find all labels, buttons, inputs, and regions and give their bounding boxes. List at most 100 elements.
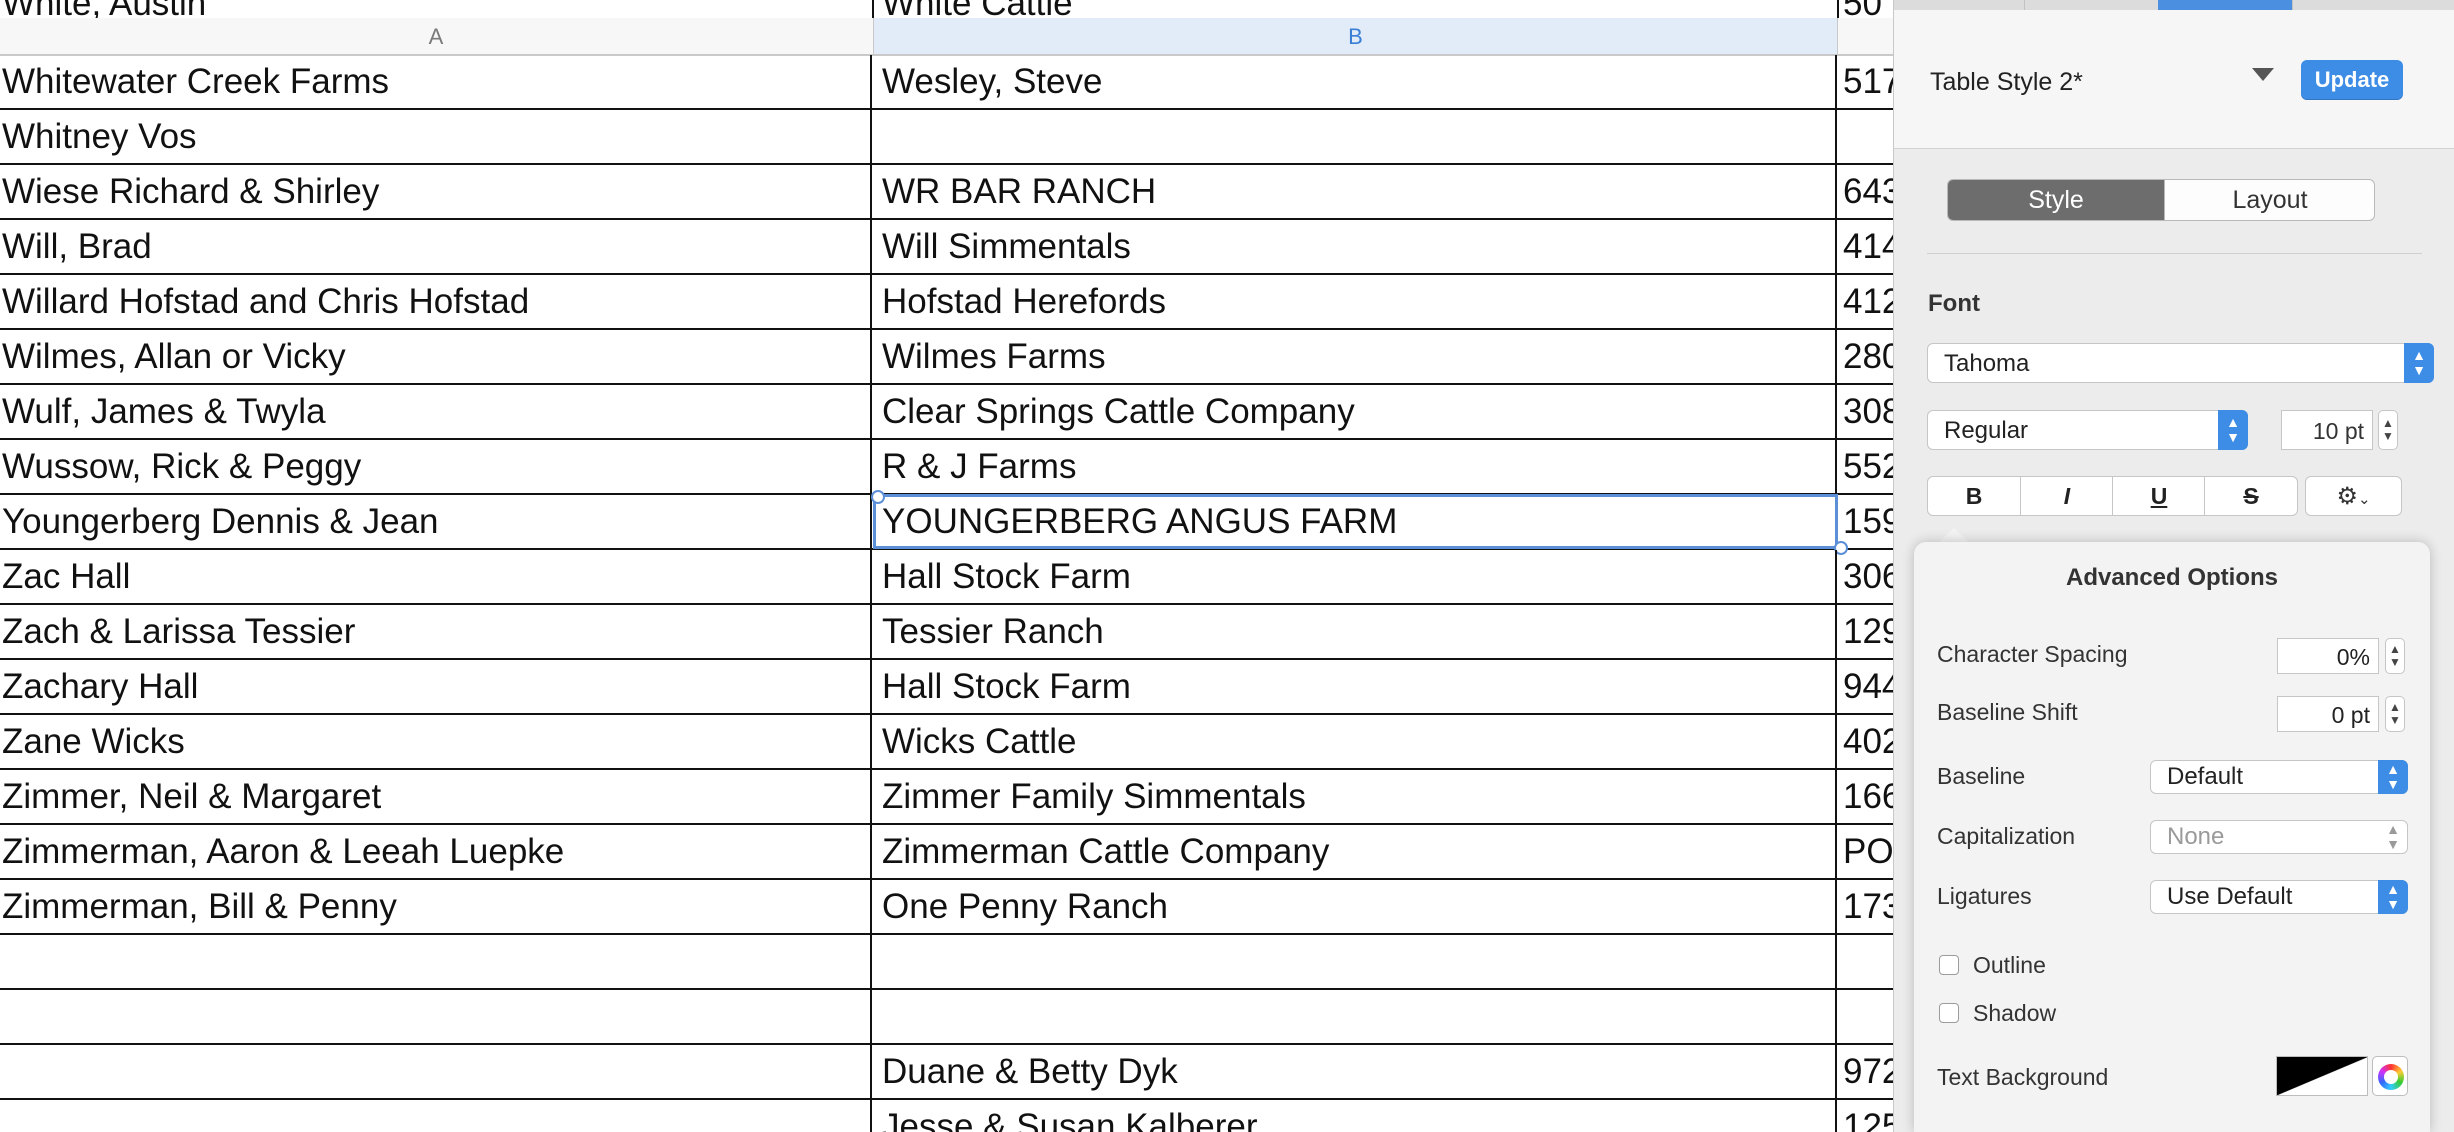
cell-a[interactable]: Willard Hofstad and Chris Hofstad — [0, 275, 872, 328]
cell-c[interactable] — [1839, 990, 1893, 1043]
cell-c[interactable]: 643 — [1839, 165, 1893, 218]
inspector-tab-arrange[interactable] — [2292, 0, 2454, 10]
text-background-color-well[interactable] — [2276, 1056, 2368, 1096]
cell-b[interactable]: Jesse & Susan Kalberer — [874, 1100, 1837, 1132]
cell-c[interactable]: 517 — [1839, 55, 1893, 108]
bold-button[interactable]: B — [1928, 477, 2020, 515]
cell-b[interactable] — [874, 935, 1837, 988]
cell-a[interactable]: Wulf, James & Twyla — [0, 385, 872, 438]
cell-b[interactable]: White Cattle — [874, 0, 1845, 18]
inspector-tab-text[interactable] — [2158, 0, 2293, 10]
character-spacing-field[interactable]: 0% — [2277, 638, 2379, 674]
cell-b[interactable]: Hofstad Herefords — [874, 275, 1837, 328]
tab-style[interactable]: Style — [1948, 180, 2164, 220]
cell-b[interactable]: Wilmes Farms — [874, 330, 1837, 383]
tab-layout[interactable]: Layout — [2164, 180, 2374, 220]
cell-a[interactable]: Zac Hall — [0, 550, 872, 603]
inspector-tab-cell[interactable] — [2024, 0, 2159, 10]
cell-a[interactable]: Wiese Richard & Shirley — [0, 165, 872, 218]
cell-b[interactable]: Tessier Ranch — [874, 605, 1837, 658]
cell-b[interactable]: WR BAR RANCH — [874, 165, 1837, 218]
cell-c[interactable] — [1839, 110, 1893, 163]
cell-c[interactable]: 50 — [1839, 0, 1893, 18]
cell-c[interactable]: 129 — [1839, 605, 1893, 658]
cell-a[interactable]: Zimmer, Neil & Margaret — [0, 770, 872, 823]
cell-b[interactable]: Hall Stock Farm — [874, 550, 1837, 603]
style-layout-segmented-control: Style Layout — [1947, 179, 2375, 221]
cell-a[interactable]: Zachary Hall — [0, 660, 872, 713]
cell-b[interactable] — [874, 110, 1837, 163]
cell-b[interactable]: Wicks Cattle — [874, 715, 1837, 768]
table-row: Duane & Betty Dyk 972 — [0, 1045, 1893, 1100]
cell-b[interactable]: Zimmerman Cattle Company — [874, 825, 1837, 878]
table-row — [0, 990, 1893, 1045]
cell-a[interactable]: Wussow, Rick & Peggy — [0, 440, 872, 493]
cell-b[interactable]: Wesley, Steve — [874, 55, 1837, 108]
cell-b[interactable]: Will Simmentals — [874, 220, 1837, 273]
cell-a[interactable]: Whitney Vos — [0, 110, 872, 163]
cell-a[interactable] — [0, 990, 872, 1043]
cell-b[interactable]: Hall Stock Farm — [874, 660, 1837, 713]
cell-b[interactable]: YOUNGERBERG ANGUS FARM — [873, 494, 1838, 549]
font-size-field[interactable]: 10 pt — [2281, 410, 2373, 450]
cell-a[interactable]: White, Austin — [0, 0, 874, 18]
cell-c[interactable]: 308 — [1839, 385, 1893, 438]
cell-c[interactable]: 125 — [1839, 1100, 1893, 1132]
font-weight-popup[interactable]: Regular ▲ ▼ — [1927, 410, 2248, 450]
cell-a[interactable]: Zach & Larissa Tessier — [0, 605, 872, 658]
up-down-arrows-icon: ▲ ▼ — [2404, 343, 2434, 383]
character-spacing-stepper[interactable]: ▲ ▼ — [2385, 638, 2405, 674]
italic-button[interactable]: I — [2020, 477, 2113, 515]
cell-c[interactable]: 173 — [1839, 880, 1893, 933]
cell-a[interactable] — [0, 1045, 872, 1098]
font-size-stepper[interactable]: ▲ ▼ — [2378, 410, 2398, 450]
baseline-popup[interactable]: Default ▲ ▼ — [2150, 760, 2408, 794]
color-wheel-button[interactable] — [2372, 1056, 2408, 1096]
column-header-b[interactable]: B — [874, 18, 1837, 54]
cell-a[interactable] — [0, 935, 872, 988]
baseline-shift-stepper[interactable]: ▲ ▼ — [2385, 696, 2405, 732]
cell-b[interactable]: Duane & Betty Dyk — [874, 1045, 1837, 1098]
ligatures-popup[interactable]: Use Default ▲ ▼ — [2150, 880, 2408, 914]
underline-button[interactable]: U — [2112, 477, 2205, 515]
cell-a[interactable] — [0, 1100, 872, 1132]
cell-c[interactable]: 166 — [1839, 770, 1893, 823]
cell-c[interactable]: 944 — [1839, 660, 1893, 713]
inspector-tab-table[interactable] — [1894, 0, 2025, 10]
column-header-a[interactable]: A — [0, 18, 872, 54]
cell-a[interactable]: Zimmerman, Aaron & Leeah Luepke — [0, 825, 872, 878]
cell-c[interactable]: 412 — [1839, 275, 1893, 328]
strikethrough-button[interactable]: S — [2204, 477, 2297, 515]
cell-c[interactable]: 280 — [1839, 330, 1893, 383]
cell-a[interactable]: Zimmerman, Bill & Penny — [0, 880, 872, 933]
update-button[interactable]: Update — [2301, 60, 2403, 100]
cell-b[interactable] — [874, 990, 1837, 1043]
cell-c[interactable]: 402 — [1839, 715, 1893, 768]
chevron-down-icon[interactable] — [2252, 68, 2274, 81]
cell-c[interactable]: 414 — [1839, 220, 1893, 273]
cell-c[interactable]: 972 — [1839, 1045, 1893, 1098]
selection-handle[interactable] — [871, 490, 885, 504]
outline-checkbox[interactable] — [1939, 955, 1959, 975]
font-family-popup[interactable]: Tahoma ▲ ▼ — [1927, 343, 2434, 383]
cell-a[interactable]: Wilmes, Allan or Vicky — [0, 330, 872, 383]
cell-b[interactable]: One Penny Ranch — [874, 880, 1837, 933]
baseline-label: Baseline — [1937, 763, 2026, 789]
cell-a[interactable]: Whitewater Creek Farms — [0, 55, 872, 108]
cell-c[interactable]: 306 — [1839, 550, 1893, 603]
cell-c[interactable] — [1839, 935, 1893, 988]
cell-b[interactable]: R & J Farms — [874, 440, 1837, 493]
cell-c[interactable]: 552 — [1839, 440, 1893, 493]
cell-b[interactable]: Clear Springs Cattle Company — [874, 385, 1837, 438]
cell-c[interactable]: PO — [1839, 825, 1893, 878]
capitalization-popup[interactable]: None ▲ ▼ — [2150, 820, 2408, 854]
cell-a[interactable]: Will, Brad — [0, 220, 872, 273]
shadow-checkbox[interactable] — [1939, 1003, 1959, 1023]
capitalization-value: None — [2167, 823, 2225, 850]
baseline-shift-field[interactable]: 0 pt — [2277, 696, 2379, 732]
advanced-options-button[interactable]: ⚙⌄ — [2305, 476, 2402, 516]
cell-a[interactable]: Youngerberg Dennis & Jean — [0, 495, 872, 548]
cell-a[interactable]: Zane Wicks — [0, 715, 872, 768]
cell-c[interactable]: 159 — [1839, 495, 1893, 548]
cell-b[interactable]: Zimmer Family Simmentals — [874, 770, 1837, 823]
